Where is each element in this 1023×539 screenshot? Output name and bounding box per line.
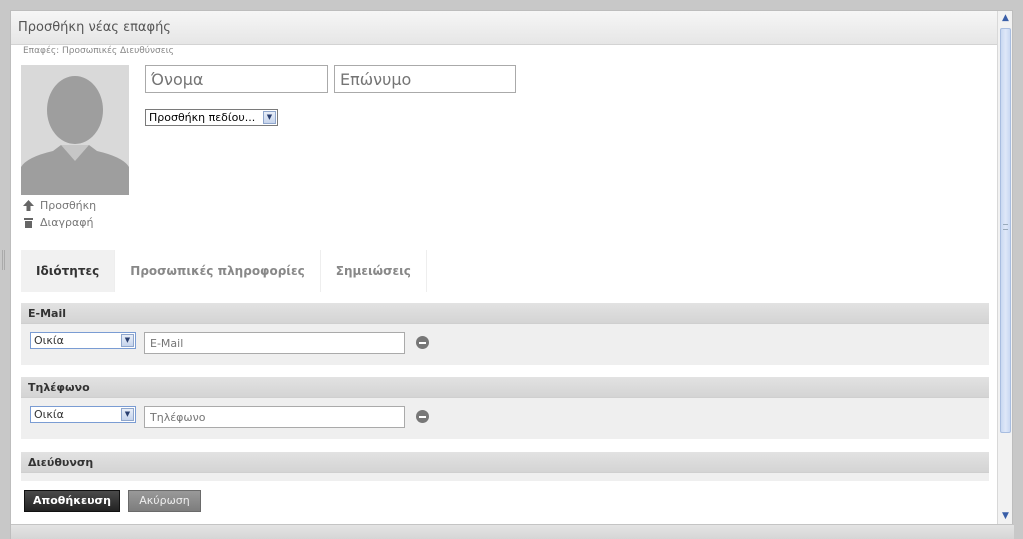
scrollbar-thumb[interactable] xyxy=(1000,28,1011,433)
address-section: Διεύθυνση xyxy=(21,452,989,482)
phone-type-select[interactable]: Οικία ▼ xyxy=(30,406,136,423)
dialog-bottom-strip xyxy=(11,524,1014,539)
person-silhouette-icon xyxy=(21,65,129,195)
chevron-down-icon[interactable]: ▼ xyxy=(121,408,134,421)
email-type-selected: Οικία xyxy=(34,334,64,347)
phone-input[interactable] xyxy=(144,406,405,428)
first-name-input[interactable] xyxy=(145,65,328,93)
add-field-selected: Προσθήκη πεδίου... xyxy=(149,111,256,124)
address-section-title: Διεύθυνση xyxy=(21,452,989,473)
email-section-title: E-Mail xyxy=(21,303,989,324)
email-section: E-Mail Οικία ▼ xyxy=(21,303,989,365)
email-input[interactable] xyxy=(144,332,405,354)
vertical-scrollbar[interactable]: ▲ ▼ xyxy=(997,11,1012,524)
tab-properties[interactable]: Ιδιότητες xyxy=(21,250,116,292)
delete-photo-label: Διαγραφή xyxy=(40,216,94,229)
minus-circle-icon[interactable] xyxy=(416,410,429,423)
phone-section-title: Τηλέφωνο xyxy=(21,377,989,398)
add-field-select[interactable]: Προσθήκη πεδίου... ▼ xyxy=(145,109,278,126)
dialog-titlebar: Προσθήκη νέας επαφής xyxy=(11,11,999,45)
tab-notes[interactable]: Σημειώσεις xyxy=(321,250,427,292)
last-name-input[interactable] xyxy=(334,65,516,93)
contact-photo-placeholder xyxy=(21,65,129,195)
upload-arrow-icon xyxy=(23,200,34,211)
trash-icon xyxy=(23,217,34,228)
add-contact-dialog: Προσθήκη νέας επαφής ▲ ▼ Επαφές: Προσωπι… xyxy=(10,10,1014,539)
dialog-title: Προσθήκη νέας επαφής xyxy=(18,20,171,35)
delete-photo-link[interactable]: Διαγραφή xyxy=(23,216,93,229)
phone-section: Τηλέφωνο Οικία ▼ xyxy=(21,377,989,439)
scroll-up-icon[interactable]: ▲ xyxy=(999,12,1012,25)
save-button[interactable]: Αποθήκευση xyxy=(24,490,120,512)
scroll-down-icon[interactable]: ▼ xyxy=(999,510,1012,523)
resize-grip[interactable] xyxy=(2,250,5,270)
email-type-select[interactable]: Οικία ▼ xyxy=(30,332,136,349)
chevron-down-icon[interactable]: ▼ xyxy=(121,334,134,347)
minus-circle-icon[interactable] xyxy=(416,336,429,349)
phone-type-selected: Οικία xyxy=(34,408,64,421)
contact-tabs: Ιδιότητες Προσωπικές πληροφορίες Σημειώσ… xyxy=(21,250,427,292)
add-photo-link[interactable]: Προσθήκη xyxy=(23,199,96,212)
tab-personal-info[interactable]: Προσωπικές πληροφορίες xyxy=(115,250,321,292)
cancel-button[interactable]: Ακύρωση xyxy=(128,490,201,512)
add-photo-label: Προσθήκη xyxy=(40,199,97,212)
scrollbar-grip xyxy=(1003,224,1008,230)
breadcrumb: Επαφές: Προσωπικές Διευθύνσεις xyxy=(23,46,174,56)
chevron-down-icon[interactable]: ▼ xyxy=(263,111,276,124)
